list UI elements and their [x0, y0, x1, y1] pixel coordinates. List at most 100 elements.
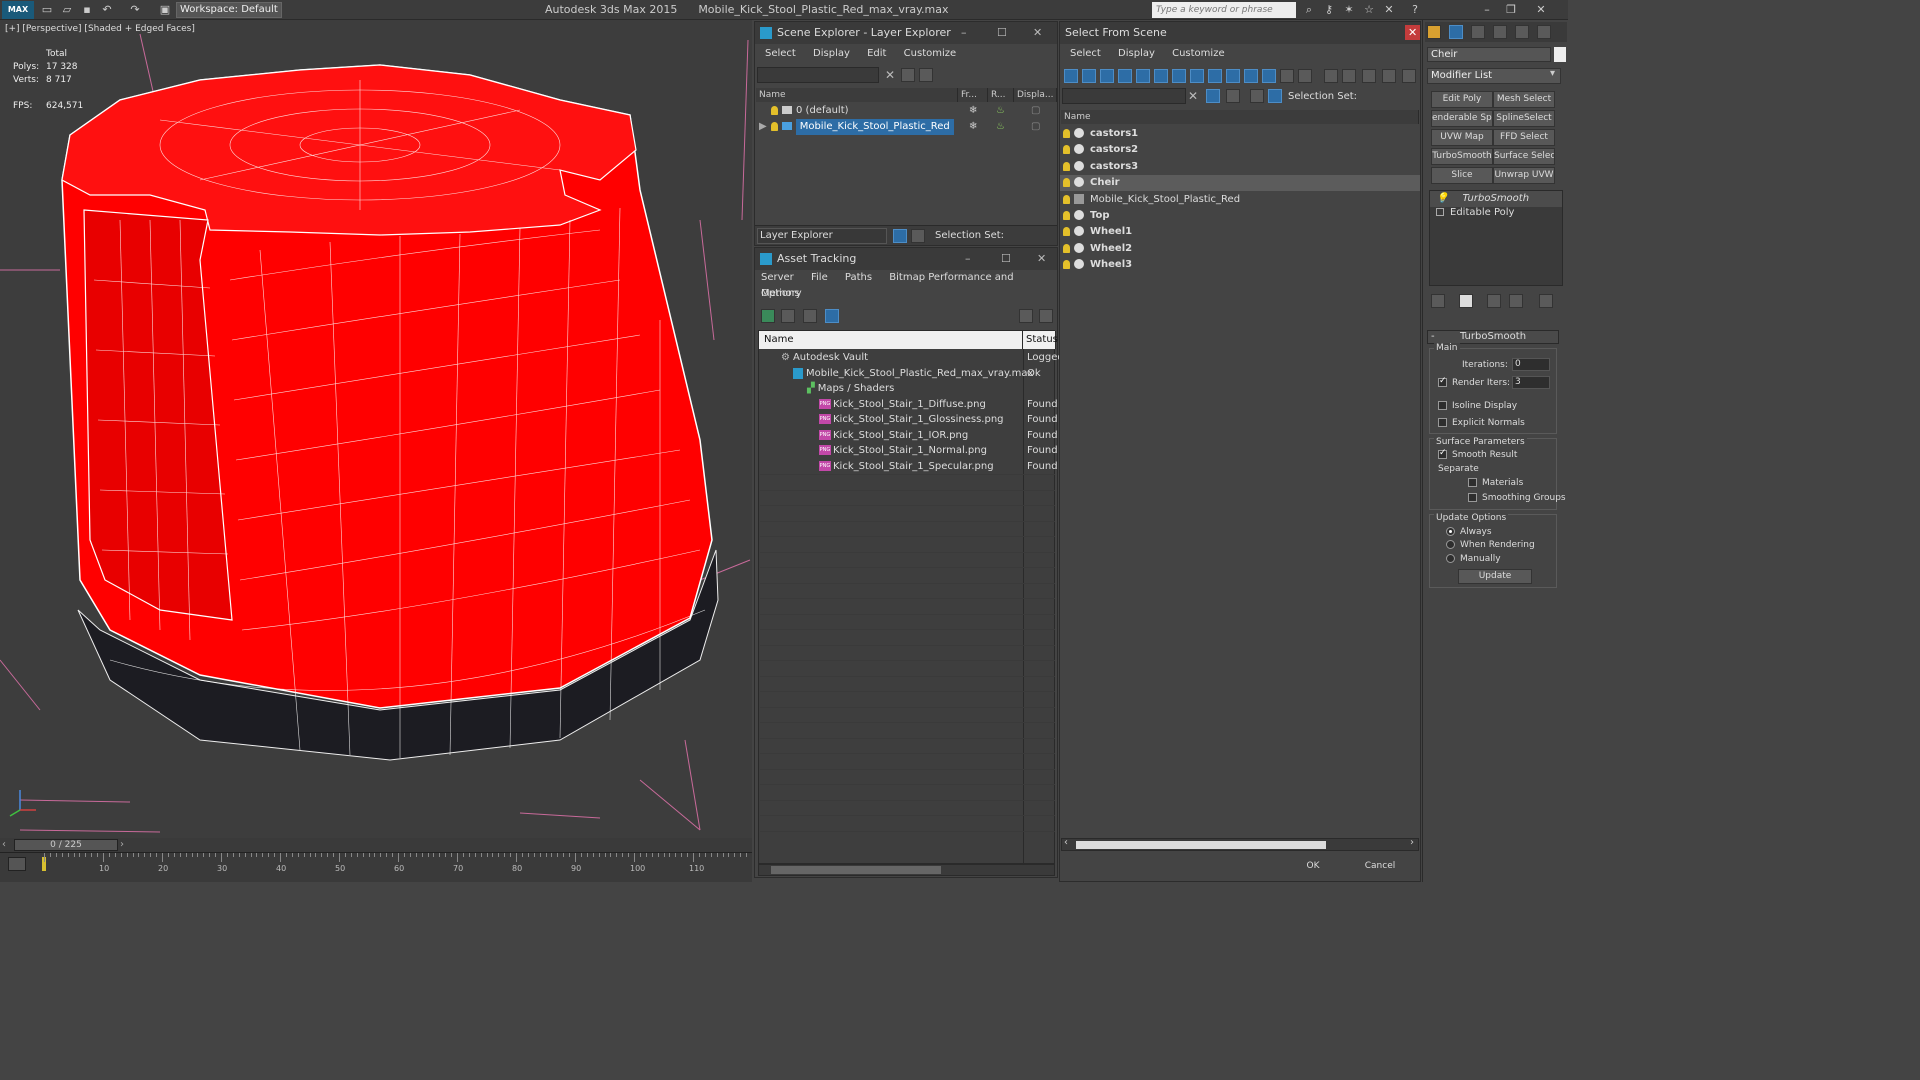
light-bulb-icon[interactable]: [770, 121, 778, 131]
asset-row-maps[interactable]: ▞ Maps / Shaders: [759, 381, 1056, 397]
render-teapot-icon[interactable]: ♨: [996, 119, 1005, 135]
scrollbar-thumb[interactable]: [771, 866, 941, 874]
list-item[interactable]: Wheel3: [1060, 257, 1420, 273]
sort-filter-icon[interactable]: [1342, 69, 1356, 83]
select-search-input[interactable]: [1062, 88, 1186, 104]
ffd-select-button[interactable]: FFD Select: [1493, 129, 1555, 146]
list-item[interactable]: Mobile_Kick_Stool_Plastic_Red: [1060, 192, 1420, 208]
uvw-map-button[interactable]: UVW Map: [1431, 129, 1493, 146]
redo-icon[interactable]: ↷: [128, 3, 142, 17]
scroll-left-icon[interactable]: ‹: [1064, 837, 1068, 848]
expand-arrow-icon[interactable]: ▶: [759, 121, 767, 132]
layer-view-icon[interactable]: [893, 229, 907, 243]
select-horizontal-scrollbar[interactable]: ‹ ›: [1061, 837, 1419, 851]
filter-icon[interactable]: [901, 68, 915, 82]
make-unique-icon[interactable]: [1487, 294, 1501, 308]
show-end-result-icon[interactable]: [1459, 294, 1473, 308]
create-tab-icon[interactable]: [1427, 25, 1441, 39]
frozen-filter-icon[interactable]: [1244, 69, 1258, 83]
spline-select-button[interactable]: SplineSelect: [1493, 110, 1555, 127]
smoothing-groups-row[interactable]: Smoothing Groups: [1468, 493, 1566, 503]
list-item-selected[interactable]: Cheir: [1060, 175, 1420, 191]
list-item[interactable]: castors1: [1060, 126, 1420, 142]
layer-view-icon[interactable]: [1250, 89, 1264, 103]
time-prev-icon[interactable]: ‹: [2, 839, 6, 850]
search-input[interactable]: Type a keyword or phrase: [1152, 2, 1296, 18]
geometry-filter-icon[interactable]: [1064, 69, 1078, 83]
light-bulb-icon[interactable]: [1063, 259, 1070, 269]
menu-file[interactable]: File: [811, 272, 828, 283]
light-bulb-icon[interactable]: 💡: [1436, 193, 1448, 204]
scene-explorer-search-input[interactable]: [757, 67, 879, 83]
list-item[interactable]: Top: [1060, 208, 1420, 224]
asset-row-texture[interactable]: PNG Kick_Stool_Stair_1_IOR.png Found: [759, 428, 1058, 444]
slice-button[interactable]: Slice: [1431, 167, 1493, 184]
mesh-select-button[interactable]: Mesh Select: [1493, 91, 1555, 108]
select-all-filter-icon[interactable]: [1362, 69, 1376, 83]
column-name[interactable]: Name: [1061, 110, 1419, 124]
perspective-viewport[interactable]: [+] [Perspective] [Shaded + Edged Faces]…: [0, 20, 752, 838]
chevron-down-icon[interactable]: ▾: [1550, 68, 1555, 79]
materials-checkbox[interactable]: [1468, 478, 1477, 487]
smooth-result-checkbox[interactable]: [1438, 448, 1447, 459]
binoculars-icon[interactable]: ⌕: [1302, 3, 1316, 17]
unwrap-uvw-button[interactable]: Unwrap UVW: [1493, 167, 1555, 184]
menu-paths[interactable]: Paths: [845, 272, 872, 283]
column-display[interactable]: Displa...: [1014, 88, 1057, 102]
undo-icon[interactable]: ↶: [100, 3, 114, 17]
minimize-icon[interactable]: –: [965, 248, 971, 270]
subscription-icon[interactable]: ✶: [1342, 3, 1356, 17]
render-teapot-icon[interactable]: ♨: [996, 103, 1005, 119]
maximize-icon[interactable]: ☐: [997, 22, 1007, 44]
manually-radio[interactable]: [1446, 554, 1455, 563]
maximize-icon[interactable]: ☐: [1001, 248, 1011, 270]
menu-display[interactable]: Display: [1118, 48, 1155, 59]
containers-filter-icon[interactable]: [1226, 69, 1240, 83]
display-all-filter-icon[interactable]: [1280, 69, 1294, 83]
update-button[interactable]: Update: [1458, 569, 1532, 584]
when-rendering-row[interactable]: When Rendering: [1446, 540, 1535, 550]
explicit-normals-checkbox[interactable]: [1438, 418, 1447, 427]
menu-options[interactable]: Options: [761, 288, 800, 299]
asset-row-texture[interactable]: PNG Kick_Stool_Stair_1_Specular.png Found: [759, 459, 1058, 475]
explicit-normals-row[interactable]: Explicit Normals: [1438, 418, 1525, 428]
new-file-icon[interactable]: ▭: [40, 3, 54, 17]
hierarchy-tab-icon[interactable]: [1471, 25, 1485, 39]
favorites-star-icon[interactable]: ☆: [1362, 3, 1376, 17]
remove-modifier-icon[interactable]: [1509, 294, 1523, 308]
select-from-scene-titlebar[interactable]: Select From Scene ✕: [1060, 22, 1421, 44]
render-iters-checkbox[interactable]: [1438, 376, 1447, 387]
collapse-minus-icon[interactable]: -: [1431, 331, 1435, 343]
asset-row-maxfile[interactable]: Mobile_Kick_Stool_Plastic_Red_max_vray.m…: [759, 366, 1056, 382]
cancel-button[interactable]: Cancel: [1350, 857, 1410, 876]
light-bulb-icon[interactable]: [1063, 243, 1070, 253]
light-bulb-icon[interactable]: [1063, 161, 1070, 171]
select-none-filter-icon[interactable]: [1382, 69, 1396, 83]
materials-row[interactable]: Materials: [1468, 478, 1523, 488]
asset-row-texture[interactable]: PNG Kick_Stool_Stair_1_Diffuse.png Found: [759, 397, 1058, 413]
refresh-icon[interactable]: [761, 309, 775, 323]
layer-tool-icon[interactable]: [1226, 89, 1240, 103]
display-tab-icon[interactable]: [1515, 25, 1529, 39]
project-folder-icon[interactable]: ▣: [158, 3, 172, 17]
always-row[interactable]: Always: [1446, 527, 1492, 537]
asset-row-texture[interactable]: PNG Kick_Stool_Stair_1_Normal.png Found: [759, 443, 1058, 459]
stack-item-editable-poly[interactable]: Editable Poly: [1430, 205, 1562, 221]
asset-row-vault[interactable]: ⚙ Autodesk Vault Logged: [759, 350, 1064, 366]
object-color-swatch[interactable]: [1554, 47, 1566, 62]
expand-plus-icon[interactable]: [1436, 208, 1444, 216]
settings-icon[interactable]: [1039, 309, 1053, 323]
when-rendering-radio[interactable]: [1446, 540, 1455, 549]
light-bulb-icon[interactable]: [1063, 144, 1070, 154]
timeline-track[interactable]: 10 20 30 40 50 60 70 80 90 100 110: [0, 852, 752, 882]
asset-tracking-titlebar[interactable]: Asset Tracking – ☐ ✕: [755, 248, 1057, 270]
thumbnail-view-icon[interactable]: [803, 309, 817, 323]
list-item[interactable]: Wheel1: [1060, 224, 1420, 240]
ok-button[interactable]: OK: [1283, 857, 1343, 876]
surface-select-button[interactable]: Surface Select: [1493, 148, 1555, 165]
manually-row[interactable]: Manually: [1446, 554, 1501, 564]
render-iters-spinner[interactable]: 3: [1512, 376, 1550, 389]
display-none-filter-icon[interactable]: [1298, 69, 1312, 83]
app-logo[interactable]: MAX: [2, 1, 34, 19]
layer-row[interactable]: 0 (default) ❄ ♨ ▢: [755, 103, 1057, 119]
